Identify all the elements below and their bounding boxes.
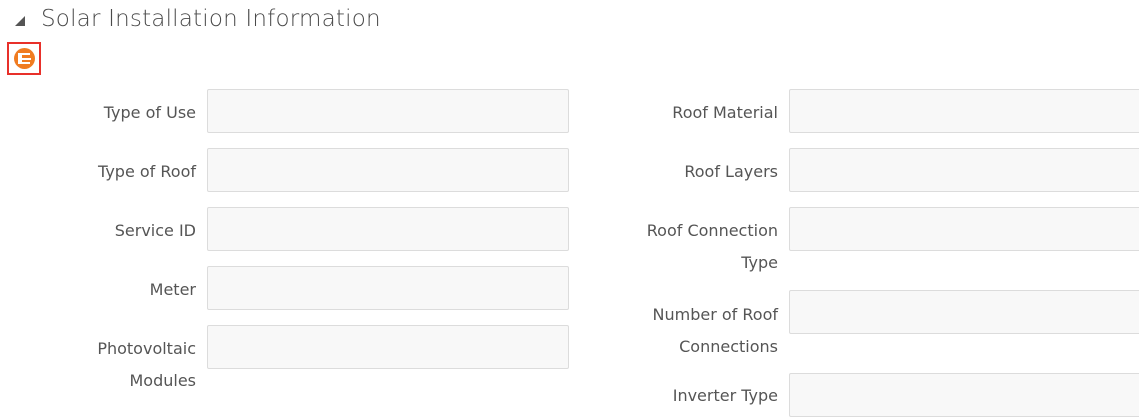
- roof-layers-label: Roof Layers: [684, 162, 778, 181]
- number-of-roof-connections-label: Number of Roof Connections: [652, 305, 778, 356]
- section-title: Solar Installation Information: [41, 6, 381, 32]
- edit-icon: [13, 48, 35, 69]
- section-header: Solar Installation Information: [13, 6, 381, 32]
- photovoltaic-modules-label: Photovoltaic Modules: [97, 339, 196, 390]
- meter-input[interactable]: [207, 266, 569, 310]
- edit-button[interactable]: [7, 42, 41, 75]
- inverter-type-input[interactable]: [789, 373, 1139, 417]
- number-of-roof-connections-input[interactable]: [789, 290, 1139, 334]
- roof-connection-type-label: Roof Connection Type: [646, 221, 778, 272]
- roof-material-input[interactable]: [789, 89, 1139, 133]
- inverter-type-label: Inverter Type: [672, 386, 778, 405]
- meter-label: Meter: [149, 280, 196, 299]
- roof-connection-type-input[interactable]: [789, 207, 1139, 251]
- service-id-input[interactable]: [207, 207, 569, 251]
- roof-layers-input[interactable]: [789, 148, 1139, 192]
- photovoltaic-modules-input[interactable]: [207, 325, 569, 369]
- type-of-roof-input[interactable]: [207, 148, 569, 192]
- collapse-triangle-icon[interactable]: [13, 14, 27, 28]
- type-of-use-input[interactable]: [207, 89, 569, 133]
- roof-material-label: Roof Material: [672, 103, 778, 122]
- type-of-roof-label: Type of Roof: [98, 162, 196, 181]
- type-of-use-label: Type of Use: [103, 103, 196, 122]
- service-id-label: Service ID: [114, 221, 196, 240]
